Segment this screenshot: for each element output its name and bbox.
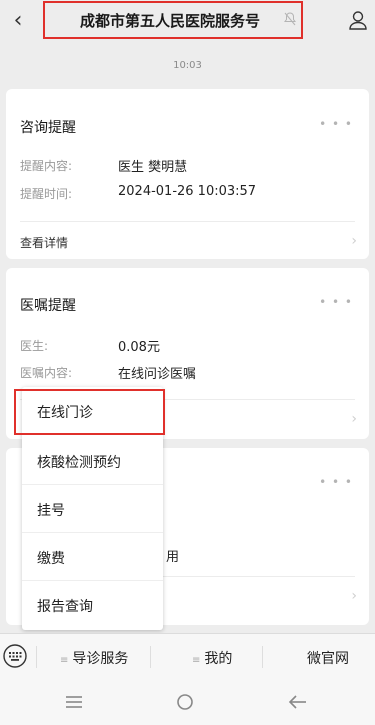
tab-guide-service[interactable]: ≡ 导诊服务 — [60, 648, 128, 668]
row-value: 0.08元 — [118, 340, 160, 355]
keyboard-icon[interactable] — [2, 643, 28, 669]
row-value: 在线问诊医嘱 — [118, 367, 197, 382]
view-details-link[interactable]: 查看详情 — [20, 234, 68, 251]
card-title: 医嘱提醒 — [20, 298, 76, 314]
menu-lines-icon: ≡ — [192, 655, 201, 666]
row-value: 医生 樊明慧 — [118, 160, 188, 175]
back-arrow-icon[interactable] — [288, 693, 308, 711]
menu-item-nucleic-test[interactable]: 核酸检测预约 — [22, 437, 163, 485]
row-label: 提醒内容: — [20, 159, 73, 173]
tab-label: 微官网 — [307, 651, 349, 667]
page-title: 成都市第五人民医院服务号 — [80, 12, 261, 30]
row-label: 医生: — [20, 339, 49, 353]
profile-icon[interactable] — [347, 9, 369, 31]
tab-label: 导诊服务 — [72, 651, 129, 667]
menu-lines-icon: ≡ — [60, 655, 69, 666]
mute-icon — [284, 12, 296, 26]
card-title: 咨询提醒 — [20, 120, 76, 136]
more-icon[interactable]: • • • — [319, 117, 353, 131]
divider — [20, 221, 355, 222]
divider — [156, 576, 355, 577]
row-value: 2024-01-26 10:03:57 — [118, 184, 257, 199]
menu-item-label: 挂号 — [37, 503, 65, 519]
tab-official-site[interactable]: 微官网 — [307, 648, 349, 668]
tab-separator — [150, 646, 151, 668]
menu-highlight-box — [14, 389, 165, 435]
top-bar: ‹ 成都市第五人民医院服务号 — [0, 0, 375, 44]
home-circle-icon[interactable] — [176, 693, 194, 711]
tab-mine[interactable]: ≡ 我的 — [192, 648, 232, 668]
more-icon[interactable]: • • • — [319, 475, 353, 489]
menu-item-label: 报告查询 — [37, 599, 93, 615]
tab-label: 我的 — [204, 651, 233, 667]
bottom-menu-bar: ≡ 导诊服务 ≡ 我的 微官网 — [0, 633, 375, 680]
chevron-right-icon: › — [351, 588, 357, 604]
menu-item-registration[interactable]: 挂号 — [22, 485, 163, 533]
menu-item-report-query[interactable]: 报告查询 — [22, 581, 163, 629]
menu-item-payment[interactable]: 缴费 — [22, 533, 163, 581]
tab-separator — [262, 646, 263, 668]
menu-lines-icon[interactable] — [64, 694, 84, 710]
message-timestamp: 10:03 — [173, 60, 202, 71]
menu-item-label: 缴费 — [37, 551, 65, 567]
card-text: 用 — [166, 550, 180, 565]
row-label: 医嘱内容: — [20, 366, 73, 380]
chevron-right-icon: › — [351, 233, 357, 249]
consult-reminder-card[interactable]: 咨询提醒 • • • 提醒内容: 医生 樊明慧 提醒时间: 2024-01-26… — [6, 89, 369, 259]
menu-item-label: 核酸检测预约 — [37, 455, 121, 471]
more-icon[interactable]: • • • — [319, 295, 353, 309]
back-icon[interactable]: ‹ — [6, 8, 30, 34]
row-label: 提醒时间: — [20, 187, 73, 201]
tab-separator — [36, 646, 37, 668]
chevron-right-icon: › — [351, 411, 357, 427]
system-nav-bar — [0, 680, 375, 725]
